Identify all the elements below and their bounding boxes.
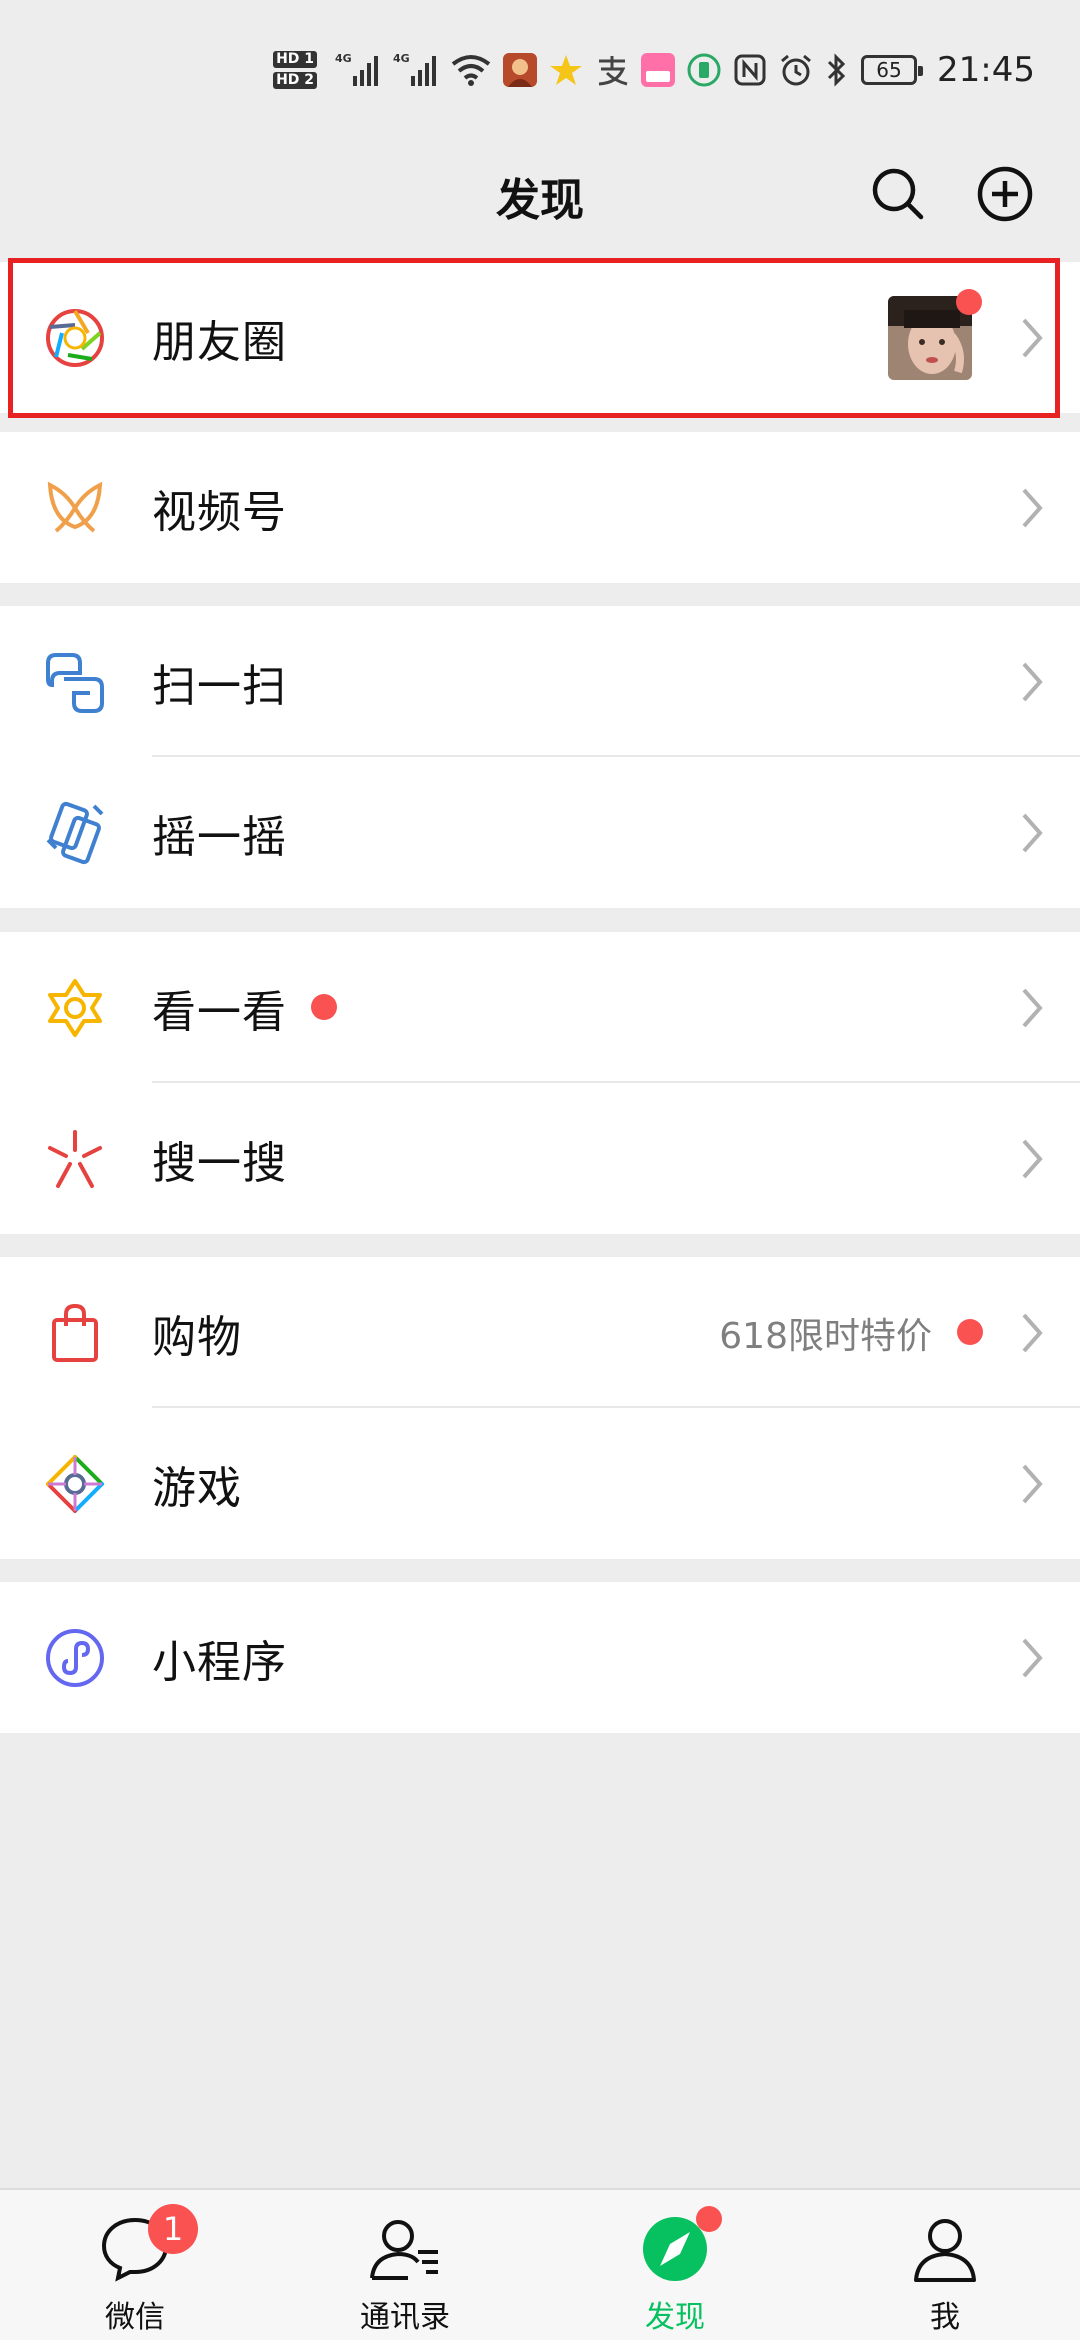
tab-discover-label: 发现 [645, 2300, 705, 2335]
chevron-right-icon [1022, 813, 1043, 852]
moments-label: 朋友圈 [152, 316, 287, 368]
top-stories-new-dot [311, 994, 337, 1020]
shopping-promo-text: 618限时特价 [719, 1315, 932, 1357]
shake-icon [46, 801, 104, 864]
mini-programs-label: 小程序 [152, 1636, 287, 1688]
shopping-new-dot [957, 1319, 983, 1345]
tab-me[interactable]: 我 [810, 2190, 1080, 2340]
list-item-shake[interactable]: 摇一摇 [0, 757, 1080, 908]
chevron-right-icon [1022, 1313, 1043, 1352]
scan-icon [46, 652, 104, 713]
shake-label: 摇一摇 [152, 811, 287, 863]
add-button[interactable] [975, 164, 1035, 224]
battery-level: 65 [876, 58, 902, 82]
shopping-label: 购物 [152, 1311, 242, 1363]
scan-label: 扫一扫 [152, 660, 287, 712]
moments-new-dot [956, 289, 982, 315]
status-bar: HD 1 HD 2 4G 4G 65 21:45 [0, 0, 1080, 140]
alipay-icon [595, 53, 629, 87]
list-item-moments[interactable]: 朋友圈 [0, 262, 1080, 413]
bottom-tab-bar: 微信 1 通讯录 发现 我 [0, 2188, 1080, 2340]
tab-contacts-label: 通讯录 [360, 2300, 450, 2335]
chevron-right-icon [1022, 1464, 1043, 1503]
moments-section: 朋友圈 [0, 262, 1080, 413]
top-stories-label: 看一看 [152, 986, 287, 1038]
list-item-shopping[interactable]: 购物 618限时特价 [0, 1257, 1080, 1408]
chevron-right-icon [1022, 988, 1043, 1027]
hd1-label: HD 1 [273, 51, 318, 68]
star-app-icon [549, 53, 583, 87]
scan-shake-section: 扫一扫 摇一摇 [0, 606, 1080, 908]
chevron-right-icon [1022, 318, 1043, 357]
tab-chats[interactable]: 微信 1 [0, 2190, 270, 2340]
moments-shutter-icon [46, 308, 104, 367]
wifi-icon [451, 54, 491, 86]
nav-header: 发现 [0, 140, 1080, 256]
shop-games-section: 购物 618限时特价 游戏 [0, 1257, 1080, 1559]
tv-app-icon [641, 53, 676, 87]
search-button[interactable] [868, 164, 928, 224]
mini-programs-icon [46, 1628, 104, 1687]
tab-chats-label: 微信 [105, 2300, 165, 2335]
net2-label: 4G [393, 52, 410, 65]
discover-new-dot [696, 2206, 722, 2232]
tab-me-label: 我 [930, 2300, 960, 2335]
chevron-right-icon [1022, 1638, 1043, 1677]
contacts-icon [370, 2220, 438, 2280]
signal-2-icon: 4G [393, 52, 439, 88]
list-item-mini-programs[interactable]: 小程序 [0, 1582, 1080, 1733]
unread-badge: 1 [148, 2204, 198, 2254]
alarm-icon [779, 53, 813, 87]
list-item-search[interactable]: 搜一搜 [0, 1083, 1080, 1234]
channels-label: 视频号 [152, 486, 287, 538]
list-item-scan[interactable]: 扫一扫 [0, 606, 1080, 757]
search-icon [872, 168, 924, 220]
hd2-label: HD 2 [273, 72, 318, 89]
net1-label: 4G [335, 52, 352, 65]
green-app-icon [687, 53, 721, 87]
plus-circle-icon [977, 166, 1033, 222]
signal-1-icon: 4G [335, 52, 381, 88]
shopping-bag-icon [52, 1303, 98, 1362]
list-item-top-stories[interactable]: 看一看 [0, 932, 1080, 1083]
clock-time: 21:45 [937, 50, 1035, 90]
nfc-icon [733, 53, 767, 87]
channels-section: 视频号 [0, 432, 1080, 583]
game-app-icon [503, 53, 538, 87]
battery-icon: 65 [861, 55, 924, 85]
hd-indicator: HD 1 HD 2 [273, 51, 318, 89]
bluetooth-icon [825, 53, 849, 87]
search-sparkle-icon [48, 1129, 102, 1188]
chevron-right-icon [1022, 1139, 1043, 1178]
channels-icon [47, 481, 103, 533]
stories-search-section: 看一看 搜一搜 [0, 932, 1080, 1234]
person-icon [914, 2219, 976, 2282]
chevron-right-icon [1022, 662, 1043, 701]
mini-programs-section: 小程序 [0, 1582, 1080, 1733]
top-stories-icon [48, 978, 102, 1037]
games-icon [46, 1454, 104, 1513]
list-item-games[interactable]: 游戏 [0, 1408, 1080, 1559]
tab-discover[interactable]: 发现 [540, 2190, 810, 2340]
tab-contacts[interactable]: 通讯录 [270, 2190, 540, 2340]
games-label: 游戏 [152, 1462, 242, 1514]
list-item-channels[interactable]: 视频号 [0, 432, 1080, 583]
chevron-right-icon [1022, 488, 1043, 527]
search-label: 搜一搜 [152, 1137, 287, 1189]
